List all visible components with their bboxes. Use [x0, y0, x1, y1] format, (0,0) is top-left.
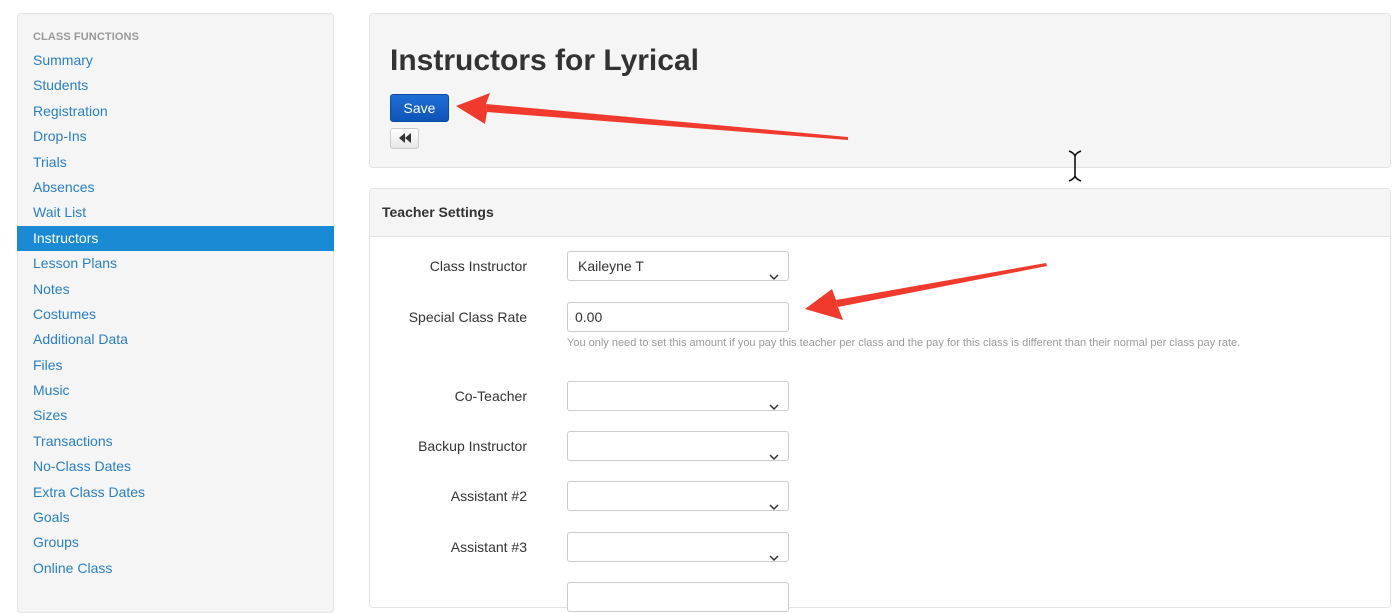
special-class-rate-help: You only need to set this amount if you … [567, 337, 1241, 349]
sidebar-item-wait-list[interactable]: Wait List [18, 200, 333, 225]
sidebar-item-drop-ins[interactable]: Drop-Ins [18, 124, 333, 149]
chevron-down-icon [769, 392, 779, 411]
sidebar-item-online-class[interactable]: Online Class [18, 556, 333, 581]
sidebar-item-transactions[interactable]: Transactions [18, 429, 333, 454]
sidebar-item-files[interactable]: Files [18, 353, 333, 378]
assistant-3-label: Assistant #3 [450, 539, 527, 555]
sidebar-item-extra-class-dates[interactable]: Extra Class Dates [18, 480, 333, 505]
class-instructor-value: Kaileyne T [578, 258, 644, 274]
co-teacher-label: Co-Teacher [454, 388, 527, 404]
sidebar-item-trials[interactable]: Trials [18, 150, 333, 175]
sidebar-item-goals[interactable]: Goals [18, 505, 333, 530]
special-class-rate-row: Special Class Rate You only need to set … [370, 302, 1370, 349]
assistant-2-row: Assistant #2 [370, 481, 1370, 511]
backup-instructor-select[interactable] [567, 431, 789, 461]
teacher-settings-panel: Teacher Settings Class Instructor Kailey… [369, 188, 1391, 612]
assistant-3-row: Assistant #3 [370, 532, 1370, 562]
sidebar-item-absences[interactable]: Absences [18, 175, 333, 200]
save-button[interactable]: Save [390, 94, 449, 122]
sidebar-item-summary[interactable]: Summary [18, 48, 333, 73]
title-panel: Instructors for Lyrical Save [369, 13, 1391, 168]
double-left-arrow-icon [398, 131, 411, 146]
sidebar-item-no-class-dates[interactable]: No-Class Dates [18, 454, 333, 479]
class-instructor-row: Class Instructor Kaileyne T [370, 251, 1370, 281]
assistant-3-select[interactable] [567, 532, 789, 562]
sidebar-item-sizes[interactable]: Sizes [18, 403, 333, 428]
teacher-settings-heading: Teacher Settings [370, 189, 1390, 237]
back-button[interactable] [390, 128, 419, 149]
class-functions-sidebar: CLASS FUNCTIONS Summary Students Registr… [17, 13, 334, 613]
sidebar-item-groups[interactable]: Groups [18, 530, 333, 555]
next-field-select[interactable] [567, 582, 789, 612]
assistant-2-select[interactable] [567, 481, 789, 511]
sidebar-list: Summary Students Registration Drop-Ins T… [17, 48, 334, 581]
class-instructor-label: Class Instructor [429, 258, 527, 274]
chevron-down-icon [769, 262, 779, 281]
assistant-2-label: Assistant #2 [450, 488, 527, 504]
chevron-down-icon [769, 492, 779, 511]
chevron-down-icon [769, 543, 779, 562]
sidebar-item-music[interactable]: Music [18, 378, 333, 403]
special-class-rate-input[interactable] [567, 302, 789, 332]
co-teacher-select[interactable] [567, 381, 789, 411]
special-class-rate-label: Special Class Rate [408, 309, 527, 325]
sidebar-item-additional-data[interactable]: Additional Data [18, 327, 333, 352]
sidebar-item-registration[interactable]: Registration [18, 99, 333, 124]
sidebar-item-costumes[interactable]: Costumes [18, 302, 333, 327]
next-field-row [370, 582, 1370, 612]
sidebar-header: CLASS FUNCTIONS [33, 31, 139, 43]
sidebar-item-lesson-plans[interactable]: Lesson Plans [18, 251, 333, 276]
sidebar-item-notes[interactable]: Notes [18, 277, 333, 302]
sidebar-item-instructors[interactable]: Instructors [17, 225, 334, 252]
co-teacher-row: Co-Teacher [370, 381, 1370, 411]
backup-instructor-label: Backup Instructor [418, 438, 527, 454]
chevron-down-icon [769, 442, 779, 461]
backup-instructor-row: Backup Instructor [370, 431, 1370, 461]
sidebar-item-students[interactable]: Students [18, 73, 333, 98]
page-title: Instructors for Lyrical [390, 44, 699, 77]
class-instructor-select[interactable]: Kaileyne T [567, 251, 789, 281]
